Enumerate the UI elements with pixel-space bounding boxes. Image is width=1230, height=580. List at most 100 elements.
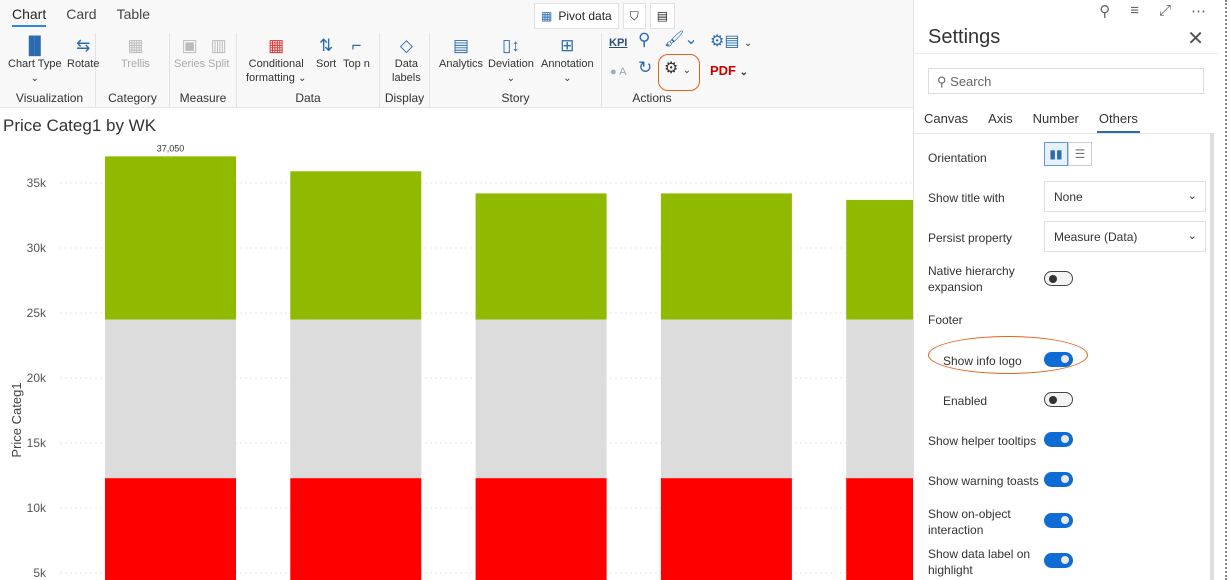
on-object-toggle[interactable] — [1044, 513, 1073, 528]
analytics-button[interactable]: ▤ Analytics — [439, 35, 483, 71]
chevron-down-icon: ⌄ — [1187, 230, 1197, 242]
top-n-icon: ⌐ — [351, 36, 362, 55]
horizontal-orientation-button[interactable]: ☰ — [1068, 142, 1092, 166]
conditional-formatting-button[interactable]: ▦ Conditional formatting ⌄ — [246, 35, 306, 86]
y-tick-label: 5k — [33, 566, 47, 580]
enabled-toggle[interactable] — [1044, 392, 1073, 407]
kpi-button[interactable]: KPI — [609, 36, 627, 50]
bar-chart: 5k 10k 15k 20k 25k 30k 35k Price Categ1 37,050 — [9, 143, 913, 580]
persist-property-label: Persist property — [928, 231, 1013, 245]
vertical-orientation-button[interactable]: ▮▮ — [1044, 142, 1068, 166]
pivot-icon: ▦ — [541, 9, 553, 23]
data-label-highlight-toggle[interactable] — [1044, 553, 1073, 568]
annotation-icon: ⊞ — [560, 36, 575, 55]
bar-segment — [660, 478, 792, 580]
warning-toasts-toggle[interactable] — [1044, 472, 1073, 487]
tab-chart[interactable]: Chart — [12, 6, 47, 27]
annotation-circle — [658, 54, 700, 91]
trellis-icon: ▦ — [127, 36, 144, 55]
expand-icon[interactable]: ⤢ — [1159, 2, 1171, 20]
bar-segment — [475, 193, 607, 320]
annotation-button[interactable]: ⊞ Annotation ⌄ — [541, 35, 594, 86]
group-label: Display — [384, 91, 425, 105]
tab-canvas[interactable]: Canvas — [922, 111, 978, 133]
tab-axis[interactable]: Axis — [986, 111, 1023, 133]
top-n-button[interactable]: ⌐ Top n — [343, 35, 370, 71]
export-settings-button[interactable]: ⚙▤ ⌄ — [710, 34, 752, 51]
group-actions: KPI ⚲ 🖌⌄ ● A ↻ ⚙ ⌄ Actions — [602, 31, 702, 107]
sort-button[interactable]: ⇅ Sort — [316, 35, 336, 71]
split-icon: ▥ — [210, 36, 227, 55]
filter-icon: ⛉ — [629, 8, 639, 23]
persist-property-select[interactable]: Measure (Data) ⌄ — [1044, 221, 1206, 252]
pdf-export-button[interactable]: PDF ⌄ — [710, 64, 748, 80]
bar-segment — [105, 156, 236, 320]
refresh-icon[interactable]: ↻ — [638, 59, 652, 76]
search-icon[interactable]: ⚲ — [638, 31, 650, 48]
bar-segment — [290, 171, 422, 320]
group-label: Story — [501, 91, 530, 105]
group-label: Measure — [179, 91, 227, 105]
y-tick-label: 35k — [27, 176, 47, 190]
enabled-label: Enabled — [943, 394, 988, 408]
group-label: Category — [108, 91, 157, 105]
settings-title: Settings — [928, 26, 1001, 48]
group-label: Actions — [632, 91, 672, 105]
table-edit-icon: ▤ — [656, 9, 669, 23]
rotate-button[interactable]: ⇆ Rotate — [67, 35, 99, 71]
group-data: ▦ Conditional formatting ⌄ ⇅ Sort ⌐ Top n Da… — [237, 33, 380, 107]
deviation-button[interactable]: ▯↕ Deviation ⌄ — [488, 35, 534, 86]
show-title-label: Show title with — [928, 191, 1005, 205]
tab-card[interactable]: Card — [66, 6, 96, 27]
y-tick-label: 20k — [27, 371, 47, 385]
tab-number[interactable]: Number — [1031, 111, 1089, 133]
bar-segment — [475, 478, 607, 580]
tab-others[interactable]: Others — [1096, 111, 1140, 133]
y-tick-label: 25k — [27, 306, 47, 320]
bar-segment — [846, 199, 913, 320]
tab-table[interactable]: Table — [117, 6, 150, 27]
bar-segment — [660, 319, 792, 479]
group-label: Data — [295, 91, 321, 105]
close-icon[interactable]: ✕ — [1187, 26, 1204, 51]
chart-type-button[interactable]: ▐▌ Chart Type ⌄ — [8, 35, 62, 86]
bar-segment — [105, 478, 236, 580]
bar-segment — [846, 478, 913, 580]
series-button[interactable]: ▣ Series — [174, 35, 205, 71]
brush-icon[interactable]: 🖌⌄ — [664, 32, 698, 48]
more-icon[interactable]: ⋯ — [1191, 2, 1206, 20]
search-icon: ⚲ — [937, 74, 947, 89]
oa-button[interactable]: ● A — [610, 65, 626, 79]
y-tick-label: 10k — [27, 501, 47, 515]
chevron-down-icon: ⌄ — [506, 73, 516, 84]
chevron-down-icon: ⌄ — [563, 73, 572, 84]
analytics-icon: ▤ — [452, 36, 470, 55]
pin-icon[interactable]: ⚲ — [1099, 2, 1110, 20]
helper-tooltips-toggle[interactable] — [1044, 432, 1073, 447]
filter-lines-icon[interactable]: ≡ — [1130, 2, 1139, 20]
rotate-icon: ⇆ — [76, 36, 91, 55]
bar-chart-icon: ▐▌ — [22, 36, 47, 55]
ribbon-tabs: Chart Card Table — [12, 6, 150, 27]
warning-toasts-label: Show warning toasts — [928, 474, 1039, 488]
group-visualization: ▐▌ Chart Type ⌄ ⇆ Rotate Visualization — [4, 33, 99, 107]
filter-button[interactable]: ⛉ — [622, 3, 646, 29]
data-labels-button[interactable]: ◇ Data labels — [392, 35, 421, 85]
split-button[interactable]: ▥ Split — [208, 35, 229, 71]
settings-search-input[interactable]: ⚲ Search — [928, 68, 1204, 94]
annotation-circle — [928, 336, 1088, 374]
show-title-select[interactable]: None ⌄ — [1044, 181, 1206, 212]
bar-segment — [475, 319, 607, 479]
bar-segment — [660, 193, 792, 320]
group-display: ◇ Data labels Display — [380, 33, 430, 107]
bar-segment — [105, 319, 236, 479]
pivot-data-button[interactable]: ▦ Pivot data — [534, 3, 619, 29]
trellis-button[interactable]: ▦ Trellis — [121, 35, 150, 71]
group-label: Visualization — [15, 91, 84, 105]
native-hierarchy-toggle[interactable] — [1044, 271, 1073, 286]
ribbon: Chart Card Table ▦ Pivot data ⛉ ▤ ▐▌ Chart… — [0, 0, 913, 108]
edit-table-button[interactable]: ▤ — [649, 3, 676, 29]
helper-tooltips-label: Show helper tooltips — [928, 434, 1037, 448]
window-border — [1225, 0, 1227, 580]
grid-icon: ▦ — [268, 36, 285, 55]
